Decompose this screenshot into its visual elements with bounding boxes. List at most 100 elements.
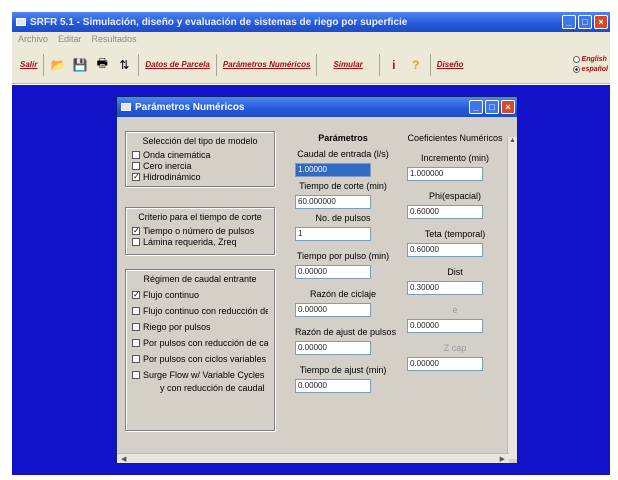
checkbox-flujo-continuo[interactable]: ✓ Flujo continuo [132, 287, 268, 303]
horizontal-scrollbar[interactable]: ◀ ▶ [117, 453, 509, 463]
phi-espacial-input[interactable]: 0.60000 [407, 205, 483, 219]
razon-ajuste-field: Razón de ajust de pulsos 0.00000 [295, 327, 397, 355]
checkbox-riego-pulsos[interactable]: Riego por pulsos [132, 319, 268, 335]
salir-button[interactable]: Salir [20, 60, 37, 69]
info-icon[interactable]: i [386, 57, 402, 73]
checkbox-pulsos-reduccion[interactable]: Por pulsos con reducción de ca... [132, 335, 268, 351]
checkbox-icon [132, 307, 140, 315]
checkmark-icon: ✓ [132, 225, 140, 235]
dialog-minimize-button[interactable]: _ [469, 100, 483, 114]
checkbox-icon [132, 237, 140, 246]
help-icon[interactable]: ? [408, 57, 424, 73]
app-title-bar: SRFR 5.1 - Simulación, diseño y evaluaci… [12, 12, 610, 32]
toolbar-separator [138, 53, 140, 76]
close-button[interactable]: × [594, 15, 608, 29]
razon-ciclaje-input[interactable]: 0.00000 [295, 303, 371, 317]
checkmark-icon: ✓ [132, 290, 140, 299]
model-type-group: Selección del tipo de modelo Onda cinemá… [125, 131, 275, 187]
parametros-title: Parámetros [318, 133, 368, 143]
razon-ajuste-label: Razón de ajust de pulsos [295, 327, 397, 337]
dist-input[interactable]: 0.30000 [407, 281, 483, 295]
razon-ciclaje-field: Razón de ciclaje 0.00000 [295, 289, 391, 317]
diseno-button[interactable]: Diseño [437, 60, 464, 69]
razon-ajuste-input[interactable]: 0.00000 [295, 341, 371, 355]
dialog-icon [121, 103, 131, 111]
scroll-right-icon[interactable]: ▶ [500, 455, 505, 463]
app-title: SRFR 5.1 - Simulación, diseño y evaluaci… [30, 16, 408, 28]
maximize-button[interactable]: □ [578, 15, 592, 29]
coeficientes-column: Coeficientes Numéricos Incremento (min) … [407, 133, 503, 375]
menu-archivo[interactable]: Archivo [18, 34, 48, 44]
checkbox-tiempo-pulsos[interactable]: ✓ Tiempo o número de pulsos [132, 225, 268, 236]
caudal-entrada-label: Caudal de entrada (l/s) [297, 149, 389, 159]
incremento-label: Incremento (min) [420, 153, 490, 163]
checkbox-onda-cinematica[interactable]: Onda cinemática [132, 149, 268, 160]
e-field: e 0.00000 [407, 305, 503, 333]
checkbox-cero-inercia[interactable]: Cero inercia [132, 160, 268, 171]
dialog-close-button[interactable]: × [501, 100, 515, 114]
checkbox-icon [132, 150, 140, 159]
incremento-input[interactable]: 1.000000 [407, 167, 483, 181]
checkbox-lamina-requerida[interactable]: Lámina requerida, Zreq [132, 236, 268, 247]
zcap-field: Z cap 0.00000 [407, 343, 503, 371]
radio-icon [572, 56, 580, 63]
tiempo-ajuste-label: Tiempo de ajust (min) [299, 365, 387, 375]
minimize-button[interactable]: _ [562, 15, 576, 29]
dialog-maximize-button[interactable]: □ [485, 100, 499, 114]
razon-ciclaje-label: Razón de ciclaje [309, 289, 377, 299]
checkbox-flujo-continuo-reduccion[interactable]: Flujo continuo con reducción de... [132, 303, 268, 319]
model-type-title: Selección del tipo de modelo [142, 136, 258, 146]
teta-temporal-input[interactable]: 0.60000 [407, 243, 483, 257]
tiempo-corte-input[interactable]: 60.000000 [295, 195, 371, 209]
lang-option-english[interactable]: English [572, 55, 608, 65]
checkbox-surge-flow[interactable]: Surge Flow w/ Variable Cycles [132, 367, 268, 383]
tiempo-corte-field: Tiempo de corte (min) 60.000000 [295, 181, 391, 209]
toolbar-separator [429, 53, 431, 76]
tiempo-ajuste-field: Tiempo de ajust (min) 0.00000 [295, 365, 391, 393]
vertical-scrollbar[interactable]: ▲ [507, 137, 517, 459]
menu-bar: Archivo Editar Resultados [12, 32, 610, 46]
checkbox-icon [132, 371, 140, 379]
checkbox-pulsos-ciclos-variables[interactable]: Por pulsos con ciclos variables [132, 351, 268, 367]
scroll-left-icon[interactable]: ◀ [121, 455, 126, 463]
menu-editar[interactable]: Editar [58, 34, 82, 44]
dialog-title-bar: Parámetros Numéricos _ □ × [117, 97, 517, 117]
surge-flow-continuation: y con reducción de caudal [160, 383, 265, 393]
inflow-regime-group: Régimen de caudal entrante ✓ Flujo contin… [125, 269, 275, 431]
tiempo-corte-label: Tiempo de corte (min) [299, 181, 387, 191]
parametros-numericos-button[interactable]: Parámetros Numéricos [223, 60, 311, 69]
datos-parcela-button[interactable]: Datos de Parcela [145, 60, 209, 69]
checkbox-hidrodinamico[interactable]: ✓ Hidrodinámico [132, 171, 268, 182]
tiempo-ajuste-input[interactable]: 0.00000 [295, 379, 371, 393]
dist-field: Dist 0.30000 [407, 267, 503, 295]
zcap-label: Z cap [443, 343, 467, 353]
radio-selected-icon [572, 66, 580, 73]
incremento-field: Incremento (min) 1.000000 [407, 153, 503, 181]
caudal-entrada-field: Caudal de entrada (l/s) 1.00000 [295, 149, 391, 177]
phi-espacial-label: Phi(espacial) [428, 191, 482, 201]
checkbox-icon [132, 323, 140, 331]
print-icon[interactable]: 🖶 [94, 56, 110, 73]
checkbox-icon [132, 161, 140, 170]
e-input[interactable]: 0.00000 [407, 319, 483, 333]
num-pulsos-input[interactable]: 1 [295, 227, 371, 241]
e-label: e [452, 305, 458, 315]
caudal-entrada-input[interactable]: 1.00000 [295, 163, 371, 177]
toolbar-separator [378, 53, 380, 76]
app-icon [16, 18, 26, 26]
zcap-input[interactable]: 0.00000 [407, 357, 483, 371]
parametros-column: Parámetros Caudal de entrada (l/s) 1.000… [295, 133, 397, 397]
help-topic-icon[interactable]: ⇅ [116, 57, 132, 73]
checkmark-icon: ✓ [132, 171, 140, 181]
num-pulsos-label: No. de pulsos [315, 213, 371, 223]
save-icon[interactable]: 💾 [72, 57, 88, 73]
scroll-up-icon[interactable]: ▲ [508, 137, 517, 144]
checkbox-icon [132, 339, 140, 347]
tiempo-pulso-input[interactable]: 0.00000 [295, 265, 371, 279]
lang-option-espanol[interactable]: español [572, 65, 608, 75]
open-folder-icon[interactable]: 📂 [50, 57, 66, 73]
simular-button[interactable]: Simular [333, 60, 362, 69]
toolbar-separator [43, 53, 45, 76]
menu-resultados[interactable]: Resultados [92, 34, 137, 44]
cutoff-criteria-title: Criterio para el tiempo de corte [138, 212, 262, 222]
